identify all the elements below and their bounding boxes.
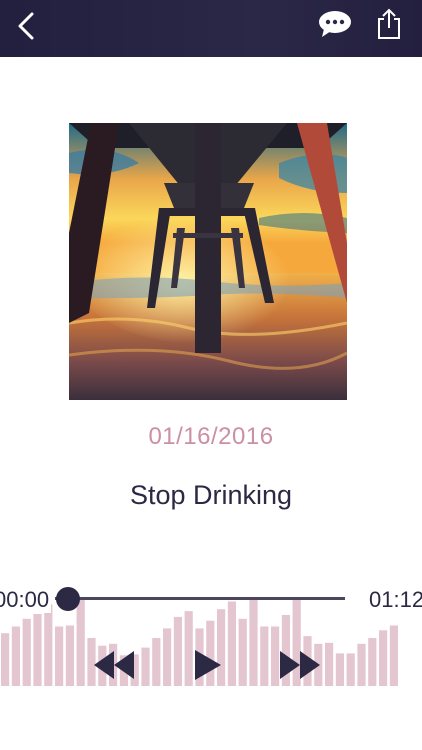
top-nav-bar [0, 0, 422, 57]
play-icon [195, 650, 221, 680]
fast-forward-icon [280, 651, 320, 679]
waveform-bar [227, 601, 236, 686]
elapsed-time: 00:00 [0, 587, 52, 613]
waveform-bar [368, 638, 377, 686]
waveform-bar [379, 630, 388, 686]
waveform-bar [238, 618, 247, 686]
rewind-icon [94, 651, 134, 679]
share-icon [378, 8, 400, 39]
total-duration: 01:12 [367, 587, 422, 613]
audio-player: 00:00 01:12 [0, 585, 422, 695]
waveform-bar [11, 626, 20, 686]
cover-artwork-image [69, 123, 347, 400]
waveform-bar [152, 638, 161, 686]
waveform-bar [260, 626, 269, 686]
chevron-left-icon [18, 12, 34, 40]
waveform-bar [335, 653, 344, 686]
waveform-bar [173, 616, 182, 686]
waveform-bar [346, 653, 355, 686]
waveform-bar [44, 604, 53, 686]
progress-slider-thumb[interactable] [56, 587, 80, 611]
recording-title: Stop Drinking [129, 480, 293, 510]
waveform-bar [55, 626, 64, 686]
fast-forward-button[interactable] [278, 648, 322, 682]
waveform-bar [22, 618, 31, 686]
play-button[interactable] [191, 648, 223, 682]
waveform-bar [1, 633, 10, 686]
back-button[interactable] [12, 10, 44, 42]
waveform-bar [249, 599, 258, 686]
progress-slider[interactable] [55, 597, 345, 600]
waveform-bar [325, 642, 334, 686]
waveform-bar [65, 625, 74, 686]
waveform-bar [76, 599, 85, 686]
comment-button[interactable] [316, 8, 354, 40]
waveform-bar [163, 628, 172, 686]
rewind-button[interactable] [92, 648, 136, 682]
waveform-bar [389, 625, 398, 686]
waveform-bar [33, 614, 42, 686]
waveform-bar [141, 647, 150, 686]
speech-bubble-icon [319, 11, 351, 37]
waveform-bar [357, 643, 366, 686]
share-button[interactable] [375, 8, 403, 40]
recording-date: 01/16/2016 [148, 423, 274, 450]
